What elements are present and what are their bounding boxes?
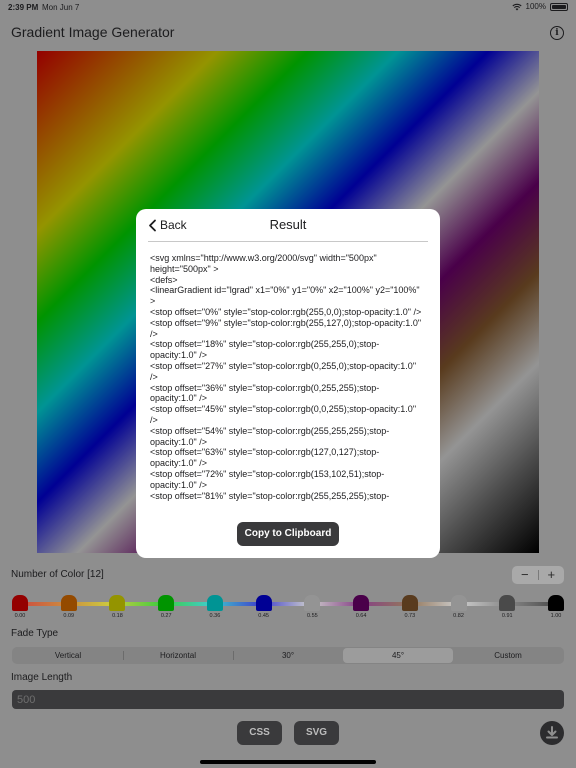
- color-stop-marker[interactable]: [548, 595, 564, 611]
- color-stop-marker[interactable]: [255, 595, 272, 611]
- fade-option-horizontal[interactable]: Horizontal: [123, 648, 233, 663]
- color-stop-marker[interactable]: [60, 595, 77, 611]
- image-length-label: Image Length: [11, 672, 73, 683]
- number-of-colors-label: Number of Color [12]: [11, 569, 104, 580]
- color-stop-offset-label: 0.18: [112, 613, 123, 619]
- color-stop-offset-label: 0.27: [160, 613, 172, 619]
- status-date: Mon Jun 7: [42, 3, 80, 12]
- color-stop-marker[interactable]: [401, 595, 418, 611]
- wifi-icon: [511, 3, 522, 10]
- color-stop-marker[interactable]: [109, 595, 126, 611]
- color-count-stepper: − +: [512, 566, 564, 584]
- fade-option-custom[interactable]: Custom: [453, 648, 563, 663]
- modal-title: Result: [269, 217, 307, 232]
- color-stop-marker[interactable]: [499, 595, 516, 611]
- fade-option-45[interactable]: 45°: [343, 648, 453, 663]
- fade-type-segmented-control: Vertical Horizontal 30° 45° Custom: [12, 647, 564, 664]
- css-button[interactable]: CSS: [237, 721, 282, 745]
- color-stop-marker[interactable]: [304, 595, 321, 611]
- app-title: Gradient Image Generator: [11, 24, 175, 40]
- battery-icon: [550, 2, 568, 11]
- decrement-button[interactable]: −: [512, 566, 538, 584]
- color-stop-offset-label: 0.82: [453, 613, 464, 619]
- battery-percent: 100%: [525, 2, 546, 11]
- color-stop-offset-label: 0.91: [501, 613, 513, 619]
- status-indicators: 100%: [511, 2, 568, 11]
- color-stop-offset-label: 0.45: [258, 613, 269, 619]
- status-bar: 2:39 PM Mon Jun 7 100%: [0, 0, 576, 14]
- color-stop-offset-label: 0.73: [404, 613, 416, 619]
- color-stop-offset-label: 0.36: [209, 613, 221, 619]
- color-stop-marker[interactable]: [353, 595, 370, 611]
- image-length-input[interactable]: [12, 690, 564, 709]
- color-stop-marker[interactable]: [450, 595, 467, 611]
- color-stop-offset-label: 0.00: [14, 613, 26, 619]
- copy-to-clipboard-button[interactable]: Copy to Clipboard: [237, 522, 339, 546]
- color-stop-marker[interactable]: [206, 595, 223, 611]
- color-stop-marker[interactable]: [12, 595, 28, 611]
- color-stop-offset-label: 1.00: [550, 613, 562, 619]
- download-button[interactable]: [540, 721, 564, 745]
- svg-button[interactable]: SVG: [294, 721, 339, 745]
- modal-divider: [148, 241, 428, 242]
- fade-option-vertical[interactable]: Vertical: [13, 648, 123, 663]
- svg-code-output[interactable]: <svg xmlns="http://www.w3.org/2000/svg" …: [150, 253, 426, 511]
- color-stop-offset-label: 0.09: [63, 613, 75, 619]
- color-stop-marker[interactable]: [158, 595, 175, 611]
- increment-button[interactable]: +: [539, 566, 565, 584]
- fade-type-label: Fade Type: [11, 628, 59, 639]
- result-modal: Back Result <svg xmlns="http://www.w3.or…: [136, 209, 440, 558]
- color-stop-track: 0.00 0.09 0.18 0.27 0.36 0.45 0.55 0.64 0.73 0.82…: [12, 595, 564, 619]
- color-stop-offset-label: 0.64: [355, 613, 367, 619]
- fade-option-30[interactable]: 30°: [233, 648, 343, 663]
- info-icon[interactable]: i: [550, 26, 564, 40]
- status-time: 2:39 PM: [8, 3, 39, 12]
- color-stop-offset-label: 0.55: [307, 613, 318, 619]
- download-icon: [546, 726, 558, 739]
- gradient-track-bar: [12, 602, 564, 606]
- home-indicator: [200, 760, 376, 764]
